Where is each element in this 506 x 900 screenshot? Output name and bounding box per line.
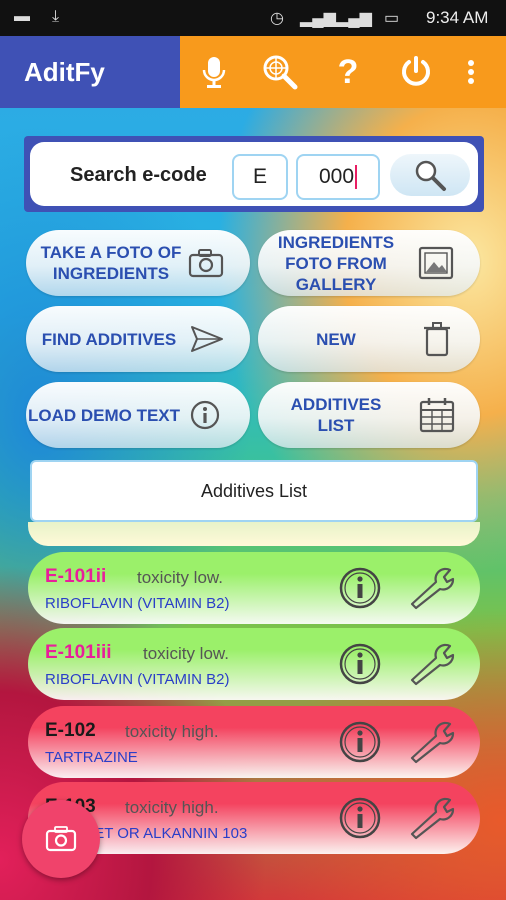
load-demo-label: LOAD DEMO TEXT [27, 405, 181, 425]
app-bar-title-area: AditFy [0, 36, 180, 108]
wrench-icon[interactable] [406, 566, 460, 610]
search-icon [415, 160, 446, 191]
code-prefix-value: E [252, 165, 267, 188]
status-time: 9:34 AM [426, 8, 489, 27]
overflow-menu-icon[interactable] [456, 52, 486, 92]
additives-list-label: ADDITIVES LIST [290, 395, 382, 435]
search-button[interactable] [390, 154, 470, 196]
calendar-icon [418, 396, 456, 434]
info-icon[interactable] [338, 642, 382, 686]
search-panel-inner: Search e-code E 000 [30, 142, 478, 206]
trash-icon [422, 320, 452, 358]
load-demo-button[interactable]: LOAD DEMO TEXT [26, 382, 250, 448]
power-icon[interactable] [396, 52, 436, 92]
wrench-icon[interactable] [406, 720, 460, 764]
list-item[interactable]: E-102 toxicity high. TARTRAZINE [28, 706, 480, 778]
code-number-field[interactable]: 000 [296, 154, 380, 200]
alarm-icon: ◷ [270, 10, 284, 27]
additive-toxicity: toxicity high. [125, 798, 219, 817]
download-notification-icon: ⤓ [52, 8, 60, 25]
web-search-icon[interactable] [260, 52, 300, 92]
battery-icon: ▭ [384, 10, 400, 27]
take-foto-button[interactable]: TAKE A FOTO OF INGREDIENTS [26, 230, 250, 296]
take-foto-label: TAKE A FOTO OF INGREDIENTS [40, 243, 182, 283]
camera-fab[interactable] [22, 800, 100, 878]
code-prefix-field[interactable]: E [232, 154, 288, 200]
additives-list-button[interactable]: ADDITIVES LIST [258, 382, 480, 448]
find-additives-button[interactable]: FIND ADDITIVES [26, 306, 250, 372]
image-notification-icon: ▬ [14, 8, 30, 25]
signal-2-icon: ▂▄▆ [336, 10, 372, 27]
app-bar: AditFy ? [0, 36, 506, 108]
code-number-value: 000 [318, 165, 355, 188]
additive-toxicity: toxicity low. [143, 644, 229, 663]
additive-name: TARTRAZINE [45, 749, 138, 766]
additive-code: E-101ii [45, 566, 107, 587]
new-label: NEW [316, 329, 356, 349]
additives-list-header: Additives List [30, 460, 478, 522]
list-item-partial [28, 522, 480, 546]
text-cursor [355, 165, 358, 189]
help-icon[interactable]: ? [328, 52, 368, 92]
additive-toxicity: toxicity high. [125, 722, 219, 741]
info-icon[interactable] [338, 720, 382, 764]
search-panel: Search e-code E 000 [24, 136, 484, 212]
additive-code: E-102 [45, 720, 96, 741]
additive-toxicity: toxicity low. [137, 568, 223, 587]
app-bar-actions: ? [180, 36, 506, 108]
camera-icon [188, 248, 224, 278]
signal-icon: ▂▄▆ [300, 10, 336, 27]
additive-name: RIBOFLAVIN (VITAMIN B2) [45, 595, 230, 612]
microphone-icon[interactable] [194, 52, 234, 92]
info-icon[interactable] [338, 796, 382, 840]
additive-name: RIBOFLAVIN (VITAMIN B2) [45, 671, 230, 688]
gallery-button[interactable]: INGREDIENTS FOTO FROM GALLERY [258, 230, 480, 296]
gallery-image-icon [418, 246, 454, 280]
status-bar: ▬ ⤓ ◷ ▂▄▆ ▂▄▆ ▭ 9:34 AM [0, 0, 506, 36]
send-icon [190, 324, 224, 354]
list-header-title: Additives List [200, 480, 308, 501]
new-button[interactable]: NEW [258, 306, 480, 372]
list-item[interactable]: E-101iii toxicity low. RIBOFLAVIN (VITAMIN… [28, 628, 480, 700]
wrench-icon[interactable] [406, 642, 460, 686]
app-title: AditFy [24, 57, 105, 87]
find-additives-label: FIND ADDITIVES [41, 329, 177, 349]
gallery-label: INGREDIENTS FOTO FROM GALLERY [277, 232, 395, 294]
search-label: Search e-code [70, 164, 207, 186]
info-icon[interactable] [338, 566, 382, 610]
info-icon [190, 400, 220, 430]
wrench-icon[interactable] [406, 796, 460, 840]
additive-code: E-101iii [45, 642, 112, 663]
list-item[interactable]: E-101ii toxicity low. RIBOFLAVIN (VITAMIN … [28, 552, 480, 624]
camera-fab-icon [45, 826, 77, 852]
